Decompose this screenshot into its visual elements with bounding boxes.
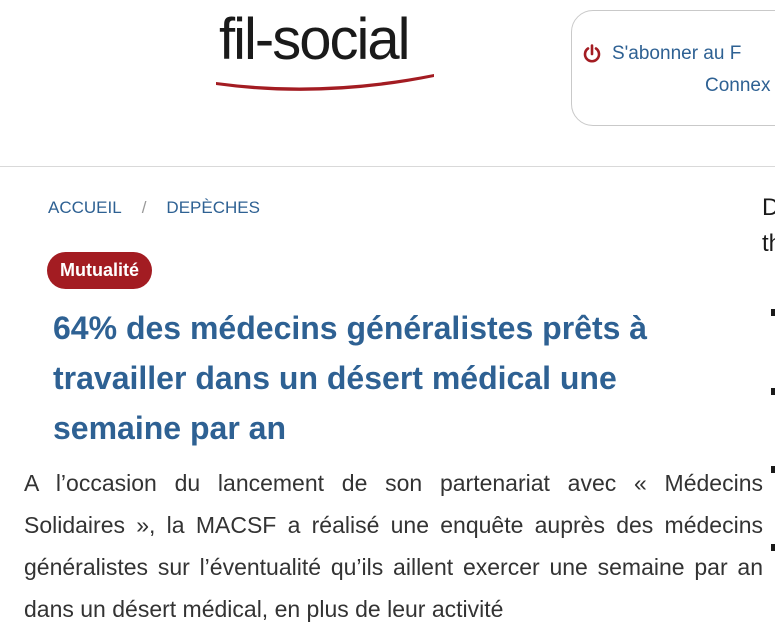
sidebar-text-line: D — [762, 194, 775, 221]
category-badge[interactable]: Mutualité — [47, 252, 152, 289]
subscribe-box: S'abonner au F Connex — [571, 10, 775, 126]
power-icon — [583, 44, 601, 63]
sidebar-text-line: th — [762, 230, 775, 257]
subscribe-link[interactable]: S'abonner au F — [612, 43, 741, 65]
breadcrumb-section-link[interactable]: DEPÈCHES — [166, 198, 260, 218]
article-title: 64% des médecins généralistes prêts à tr… — [53, 310, 648, 446]
sidebar-bullet — [771, 544, 775, 551]
article-body: A l’occasion du lancement de son partena… — [24, 470, 763, 622]
sidebar-bullet — [771, 466, 775, 473]
breadcrumb-home-link[interactable]: ACCUEIL — [48, 198, 122, 218]
logo-swoosh-icon — [216, 74, 434, 91]
sidebar-bullet — [771, 388, 775, 395]
breadcrumb: ACCUEIL / DEPÈCHES — [48, 198, 260, 218]
breadcrumb-separator: / — [141, 198, 147, 217]
site-logo[interactable]: fil-social — [212, 6, 442, 98]
login-link[interactable]: Connex — [705, 75, 771, 97]
site-header: fil-social S'abonner au F Connex — [0, 0, 775, 167]
sidebar-bullet — [771, 309, 775, 316]
